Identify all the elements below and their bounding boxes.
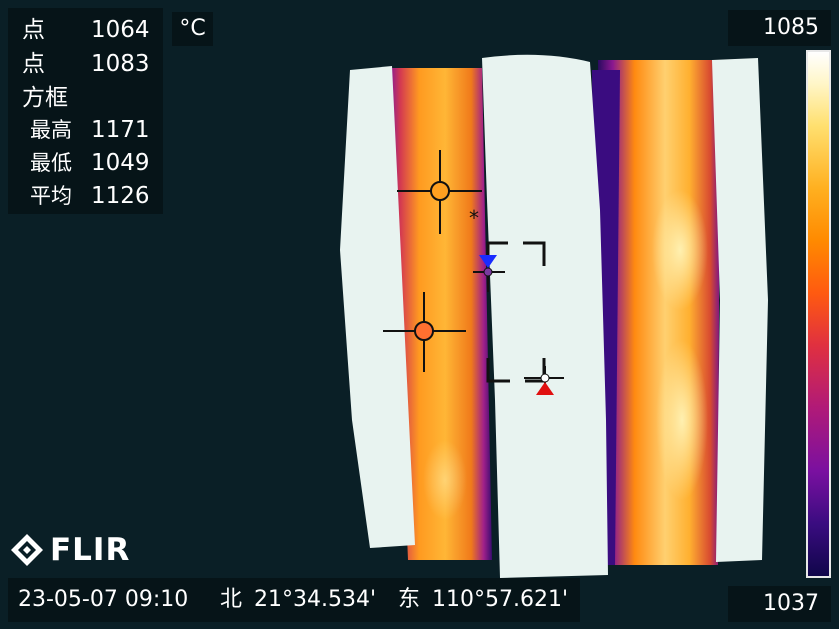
- spot1-value: 1064: [91, 17, 150, 43]
- asterisk-marker: *: [469, 206, 479, 230]
- temperature-unit: °C: [172, 12, 213, 46]
- measurement-panel: 点 1064 点 1083 方框 最高 1171 最低 1049 平均 1126: [8, 8, 163, 214]
- scale-min-value: 1037: [763, 591, 819, 616]
- latitude: 21°34.534': [254, 587, 377, 612]
- min-value: 1049: [91, 150, 150, 176]
- min-label: 最低: [30, 151, 72, 175]
- spot1-label: 点: [22, 17, 45, 43]
- latitude-direction: 北: [220, 587, 243, 612]
- spot2-value: 1083: [91, 51, 150, 77]
- status-bar: 23-05-07 09:10 北 21°34.534' 东 110°57.621…: [8, 578, 580, 622]
- spot2-label: 点: [22, 51, 45, 77]
- color-scale-bar: [806, 50, 831, 578]
- max-label: 最高: [30, 118, 72, 142]
- flir-emblem-icon: [11, 534, 43, 566]
- longitude-direction: 东: [398, 587, 421, 612]
- scale-min-box: 1037: [728, 586, 831, 622]
- scale-max-value: 1085: [763, 15, 819, 40]
- box-label: 方框: [22, 85, 68, 111]
- avg-value: 1126: [91, 183, 150, 209]
- datetime: 23-05-07 09:10: [18, 587, 189, 612]
- flir-logo-text: FLIR: [50, 532, 131, 568]
- avg-label: 平均: [30, 184, 72, 208]
- longitude: 110°57.621': [432, 587, 569, 612]
- max-value: 1171: [91, 117, 150, 143]
- scale-max-box: 1085: [728, 10, 831, 46]
